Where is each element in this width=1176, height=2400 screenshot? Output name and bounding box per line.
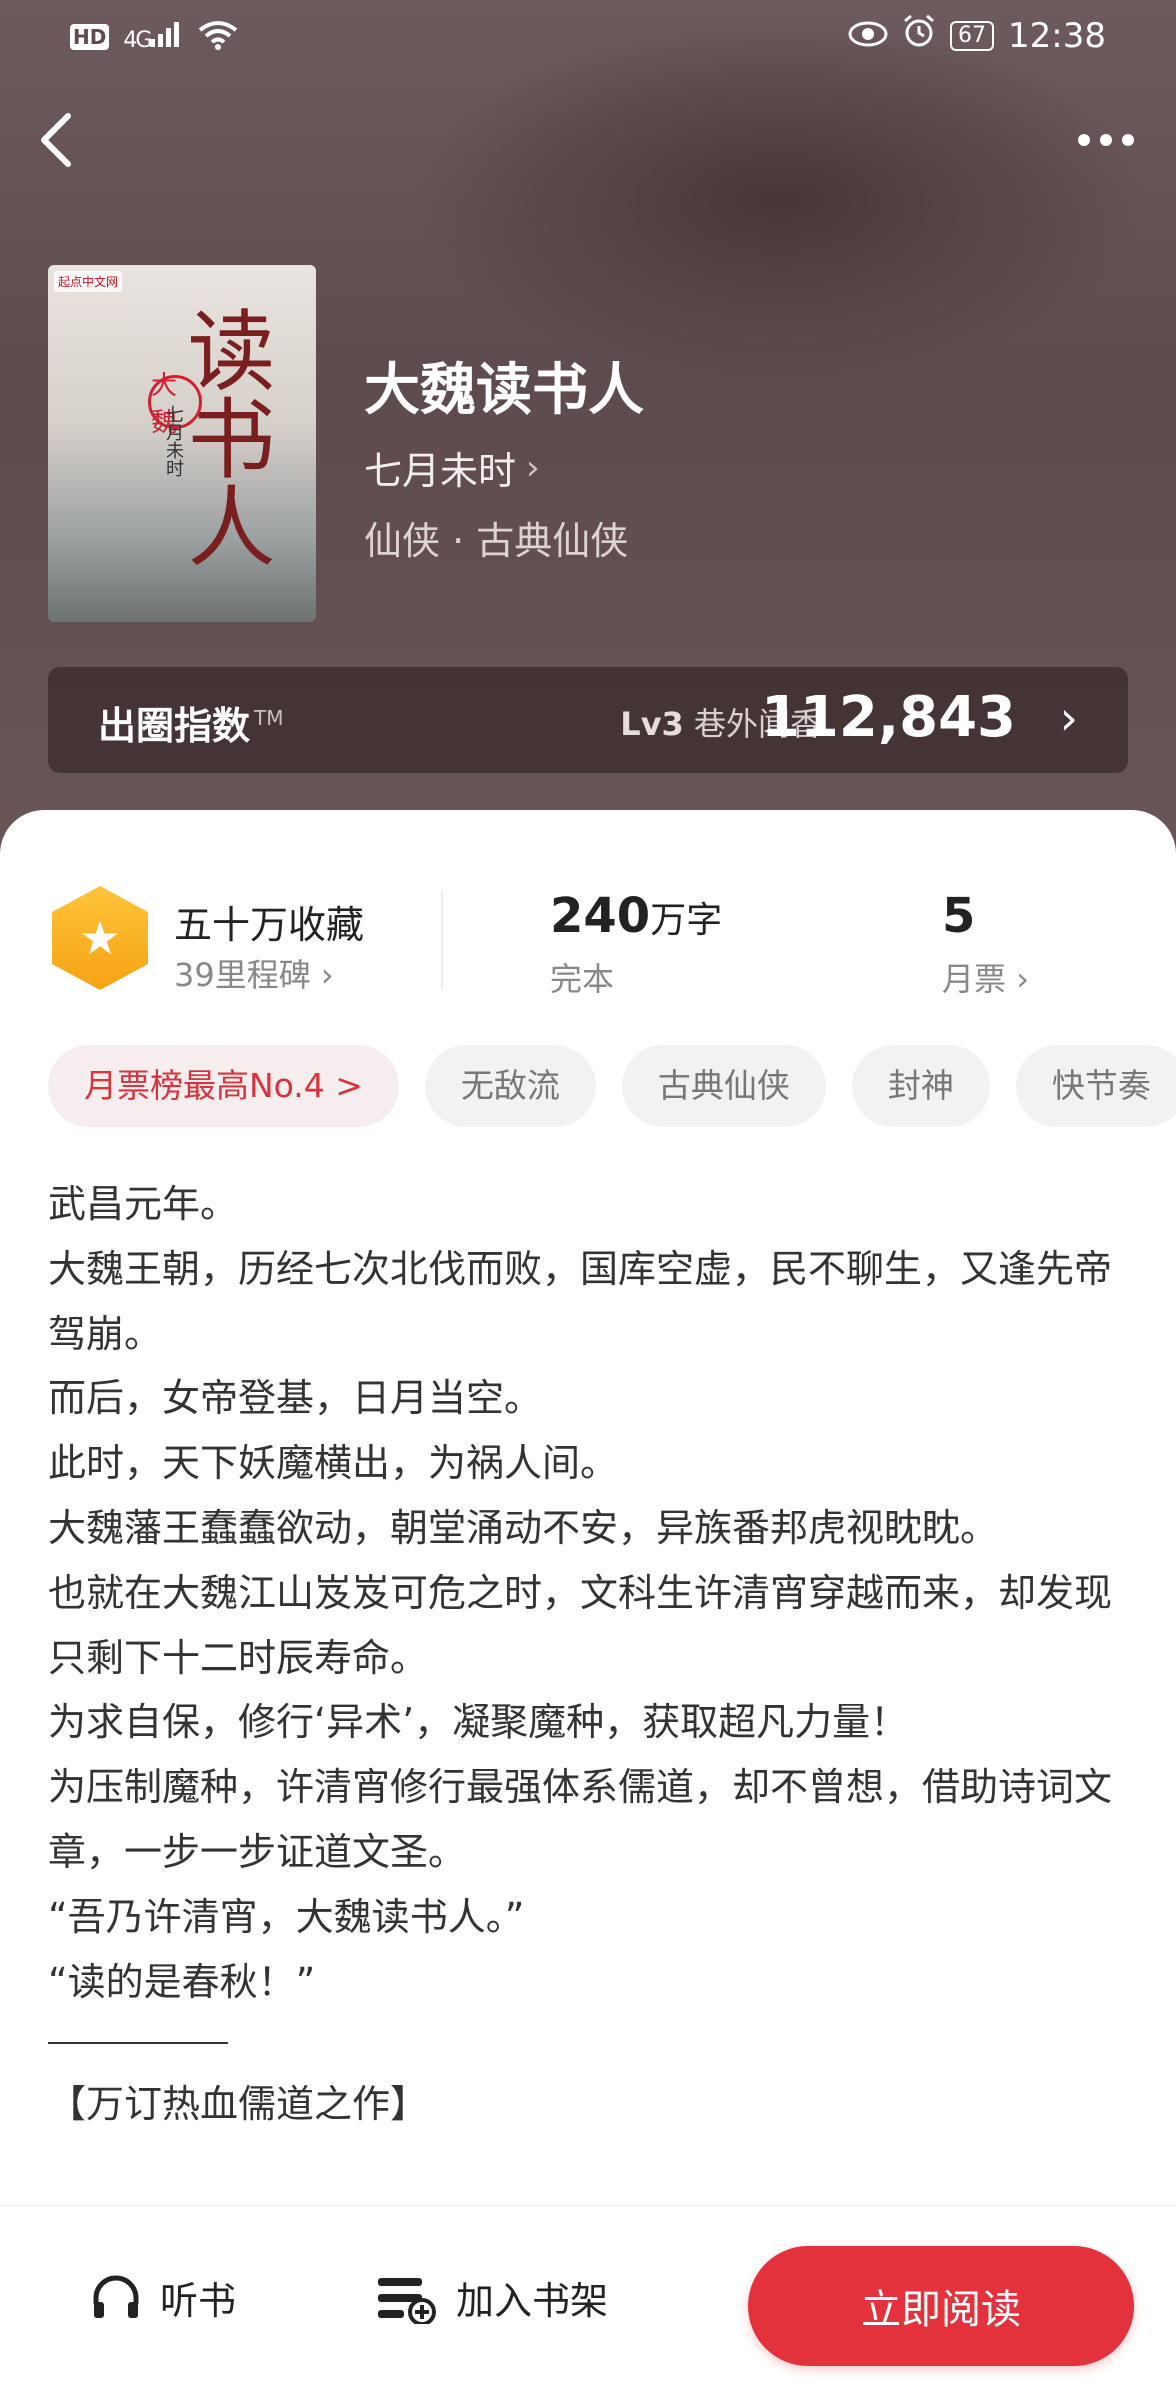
chevron-right-icon: ›: [1059, 691, 1078, 745]
intro-line: 武昌元年。: [48, 1182, 239, 1226]
popularity-index-bar[interactable]: 出圈指数 TM Lv3 巷外闻香 112,843 ›: [48, 667, 1128, 773]
word-count-unit: 万字: [650, 900, 723, 941]
word-count: 240万字: [550, 888, 722, 944]
headphones-icon: [93, 2275, 139, 2318]
stats-row: ★ 五十万收藏 39里程碑 › 240万字 完本 5 月票 ›: [0, 880, 1176, 1000]
content-card: ★ 五十万收藏 39里程碑 › 240万字 完本 5 月票 › 月票榜最高No.…: [0, 810, 1176, 2220]
divider: [441, 890, 443, 990]
bottom-action-bar: 听书 加入书架 立即阅读: [0, 2205, 1176, 2400]
tag-item[interactable]: 快节奏: [1015, 1045, 1176, 1127]
intro-tail: 【万订热血儒道之作】: [48, 2082, 429, 2127]
add-shelf-icon: [378, 2277, 436, 2324]
index-label-text: 出圈指数: [98, 704, 251, 748]
index-level-prefix: Lv3: [620, 705, 684, 743]
author-link[interactable]: 七月未时 ›: [364, 440, 540, 495]
intro-line: “吾乃许清宵，大魏读书人。”: [48, 1894, 525, 1939]
listen-button[interactable]: 听书: [90, 2270, 236, 2325]
trademark-mark: TM: [254, 706, 284, 731]
intro-line: 此时，天下妖魔横出，为祸人间。: [48, 1441, 619, 1486]
divider: [48, 2042, 228, 2045]
book-header: HD 4G 67 12:38 起点中文网 读书人 大魏 七月未时 大魏读书人 七…: [0, 0, 1176, 860]
index-label: 出圈指数 TM: [98, 695, 284, 750]
star-badge-icon: ★: [52, 886, 148, 990]
completion-status: 完本: [550, 960, 615, 998]
intro-line: 为压制魔种，许清宵修行最强体系儒道，却不曾想，借助诗词文章，一步一步证道文圣。: [48, 1765, 1113, 1874]
milestone-label: 39里程碑: [174, 956, 311, 994]
battery-indicator: 67: [950, 20, 995, 51]
tag-ranking[interactable]: 月票榜最高No.4 >: [48, 1045, 399, 1127]
collect-count: 五十万收藏: [174, 903, 365, 947]
signal-icon: 4G: [123, 21, 184, 53]
chevron-right-icon: ›: [526, 447, 540, 488]
more-dot-icon: [1078, 134, 1090, 146]
status-left: HD 4G: [70, 20, 238, 54]
intro-line: 而后，女帝登基，日月当空。: [48, 1376, 543, 1421]
back-button[interactable]: [26, 100, 86, 180]
tag-item[interactable]: 古典仙侠: [621, 1045, 826, 1127]
eye-icon: [848, 16, 888, 56]
index-score: 112,843: [760, 685, 1016, 750]
intro-line: 大魏王朝，历经七次北伐而败，国库空虚，民不聊生，又逢先帝驾崩。: [48, 1246, 1113, 1356]
tag-item[interactable]: 无敌流: [424, 1045, 596, 1127]
add-to-shelf-label: 加入书架: [456, 2279, 609, 2323]
more-dot-icon: [1100, 134, 1112, 146]
more-dot-icon: [1122, 134, 1134, 146]
cover-author: 七月未时: [163, 405, 184, 477]
tag-item[interactable]: 封神: [851, 1045, 990, 1127]
chevron-left-icon: [41, 113, 71, 167]
status-bar: HD 4G 67 12:38: [0, 0, 1176, 72]
read-now-button[interactable]: 立即阅读: [748, 2246, 1134, 2366]
intro-line: “读的是春秋！”: [48, 1959, 316, 2004]
alarm-icon: [902, 14, 936, 57]
intro-line: 为求自保，修行‘异术’，凝聚魔种，获取超凡力量！: [48, 1700, 909, 1745]
publisher-badge: 起点中文网: [54, 271, 123, 292]
book-genre: 仙侠 · 古典仙侠: [364, 519, 629, 563]
monthly-ticket-count: 5: [942, 888, 976, 944]
book-cover[interactable]: 起点中文网 读书人 大魏 七月未时: [48, 265, 316, 622]
network-label: 4G: [123, 28, 152, 53]
milestone-link[interactable]: 39里程碑 ›: [174, 950, 334, 996]
wifi-icon: [198, 20, 238, 54]
more-options-button[interactable]: [1066, 110, 1146, 170]
hd-icon: HD: [70, 24, 110, 50]
add-to-shelf-button[interactable]: 加入书架: [376, 2270, 608, 2325]
status-right: 67 12:38: [848, 14, 1106, 57]
listen-label: 听书: [160, 2279, 237, 2323]
word-count-number: 240: [550, 888, 651, 944]
intro-line: 也就在大魏江山岌岌可危之时，文科生许清宵穿越而来，却发现只剩下十二时辰寿命。: [48, 1570, 1113, 1680]
author-name: 七月未时: [364, 449, 517, 493]
chevron-right-icon: ›: [1016, 960, 1029, 998]
tag-list: 月票榜最高No.4 > 无敌流 古典仙侠 封神 快节奏: [48, 1045, 1176, 1127]
book-intro[interactable]: 武昌元年。 大魏王朝，历经七次北伐而败，国库空虚，民不聊生，又逢先帝驾崩。 而后…: [48, 1172, 1138, 2137]
monthly-ticket-link[interactable]: 月票 ›: [942, 954, 1029, 1000]
chevron-right-icon: ›: [320, 956, 334, 994]
clock: 12:38: [1008, 15, 1106, 56]
monthly-ticket-label: 月票: [942, 960, 1007, 998]
intro-line: 大魏藩王蠢蠢欲动，朝堂涌动不安，异族番邦虎视眈眈。: [48, 1505, 999, 1550]
book-title: 大魏读书人: [364, 357, 644, 423]
